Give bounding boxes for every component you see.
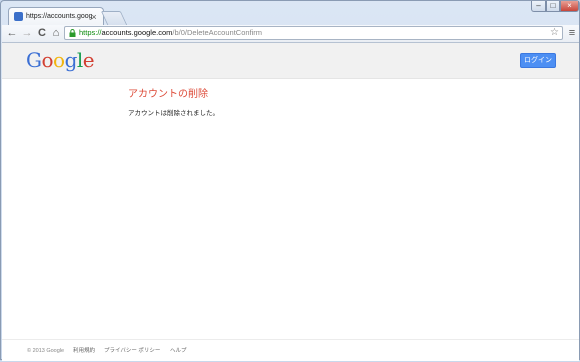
address-bar[interactable]: https://accounts.google.com/b/0/DeleteAc… [64,26,563,40]
logo-letter: o [53,48,65,72]
google-favicon-icon [14,12,23,21]
logo-letter: g [64,48,78,72]
terms-link[interactable]: 利用規約 [73,347,95,355]
minimize-button[interactable]: – [531,1,546,12]
privacy-link[interactable]: プライバシー ポリシー [104,347,160,355]
tab-close-icon[interactable]: × [89,11,99,23]
back-icon[interactable]: ← [5,26,19,40]
chrome-menu-icon[interactable]: ≡ [566,26,578,40]
forward-icon[interactable]: → [20,26,34,40]
url-host: accounts.google.com [101,28,173,37]
lock-icon [69,29,76,37]
page-header: Google ログイン [2,43,579,79]
footer: © 2013 Google 利用規約 プライバシー ポリシー ヘルプ [2,339,579,362]
url-path: /b/0/DeleteAccountConfirm [172,28,263,37]
help-link[interactable]: ヘルプ [170,347,187,355]
copyright-text: © 2013 Google [27,348,65,354]
logo-letter: G [26,48,42,72]
close-window-button[interactable]: × [560,1,579,12]
new-tab-button[interactable] [100,11,128,25]
deletion-message: アカウントは削除されました。 [128,110,219,117]
browser-toolbar: ← → C ⌂ https://accounts.google.com/b/0/… [2,25,579,43]
home-icon[interactable]: ⌂ [49,26,63,40]
tab-title: https://accounts.google.co [26,13,92,20]
logo-letter: o [41,48,54,72]
bookmark-star-icon[interactable]: ☆ [550,27,559,39]
url-text: https://accounts.google.com/b/0/DeleteAc… [79,27,479,39]
google-logo[interactable]: Google [26,46,95,74]
login-button[interactable]: ログイン [520,53,556,68]
page-content: Google ログイン アカウントの削除 アカウントは削除されました。 © 20… [2,43,579,361]
page-title: アカウントの削除 [128,89,208,100]
browser-tab[interactable]: https://accounts.google.co × [8,7,104,25]
browser-window: https://accounts.google.co × – □ × ← → C… [0,0,580,361]
reload-icon[interactable]: C [35,26,49,40]
url-scheme: https:// [79,28,102,37]
maximize-button[interactable]: □ [546,1,560,12]
logo-letter: e [82,48,95,72]
